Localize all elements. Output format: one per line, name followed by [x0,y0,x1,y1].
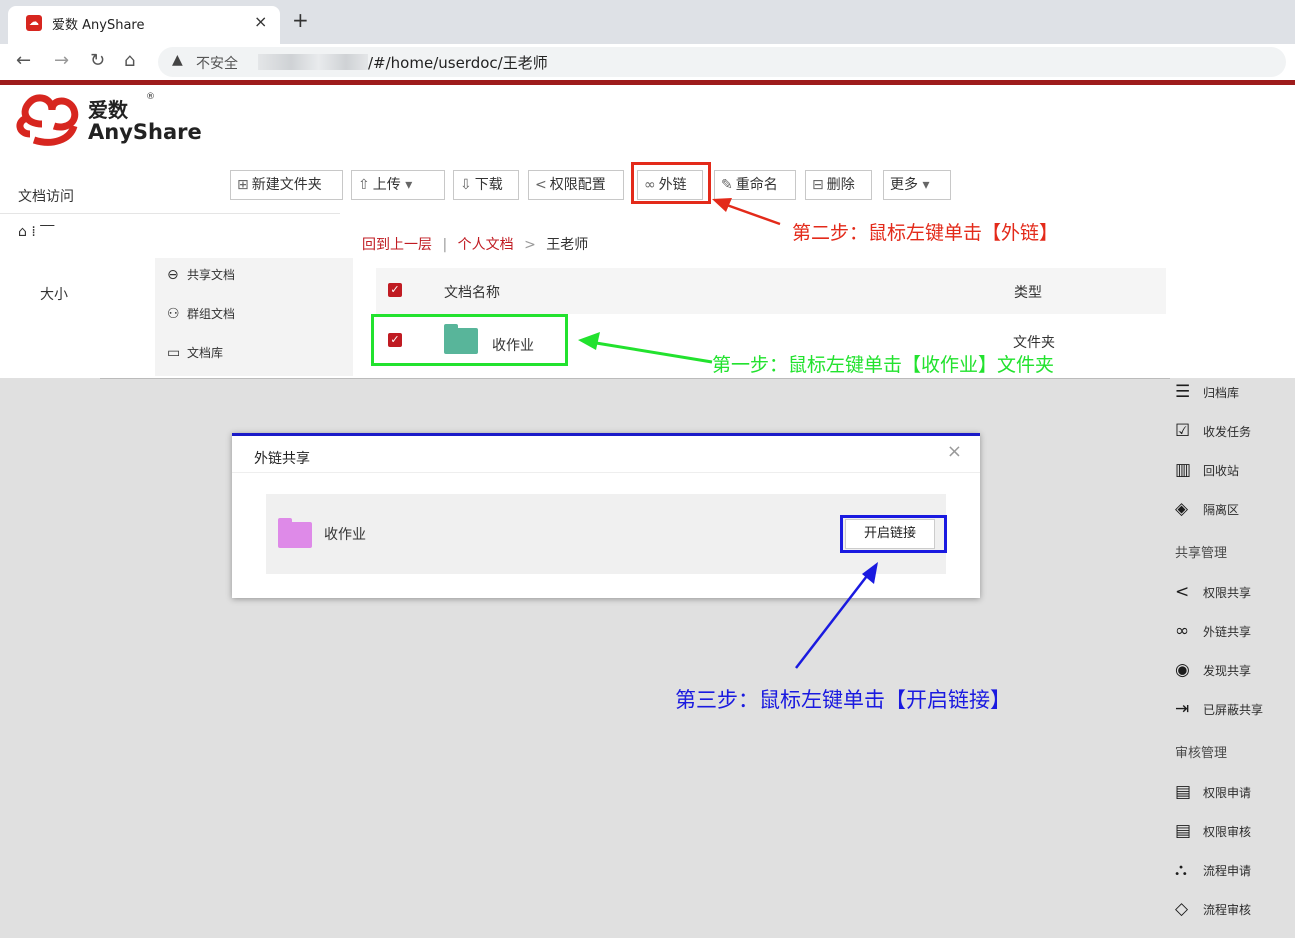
divider [232,472,980,473]
breadcrumb-separator: > [524,237,536,253]
more-button[interactable]: 更多 ▾ [883,170,951,200]
browser-tab-bar: ☁ 爱数 AnyShare × + [0,0,1295,44]
breadcrumb-current: 王老师 [546,237,589,253]
anyshare-logo-icon [16,94,79,146]
anyshare-favicon-icon: ☁ [26,15,42,31]
subnav-group-docs[interactable]: ⚇ 群组文档 [167,305,235,322]
upload-label: 上传 [372,177,401,193]
breadcrumb-back-link[interactable]: 回到上一层 [362,237,432,253]
rename-label: 重命名 [735,177,778,193]
name-column-header[interactable]: 文档名称 [444,282,500,302]
chevron-down-icon: ▾ [922,177,930,193]
new-tab-button[interactable]: + [292,8,309,32]
subnav-label: 群组文档 [187,307,236,321]
subnav-label: 文档库 [187,346,224,360]
chevron-down-icon: ▾ [405,177,413,193]
step3-annotation: 第三步：鼠标左键单击【开启链接】 [675,688,1011,712]
new-folder-button[interactable]: ⊞ 新建文件夹 [230,170,343,200]
breadcrumb-personal-link[interactable]: 个人文档 [458,237,514,253]
brand-accent-bar [0,80,1295,85]
home-icon[interactable]: ⌂ [124,50,135,71]
share-icon: < [535,177,547,193]
reload-icon[interactable]: ↻ [90,50,105,71]
logo-registered-mark: ® [146,92,155,102]
folder-icon [278,518,312,548]
download-label: 下载 [474,177,503,193]
close-icon[interactable]: × [947,441,962,462]
permission-button[interactable]: < 权限配置 [528,170,624,200]
select-all-checkbox[interactable]: ✓ [388,283,402,297]
download-button[interactable]: ⇩ 下载 [453,170,519,200]
delete-label: 删除 [826,177,855,193]
warning-icon: ▲ [172,52,183,68]
url-text: /#/home/userdoc/王老师 [368,54,548,72]
insecure-label: 不安全 [196,56,238,72]
trash-icon: ⊟ [812,177,824,193]
delete-button[interactable]: ⊟ 删除 [805,170,872,200]
back-icon[interactable]: ← [16,50,31,71]
upload-icon: ⇧ [358,177,370,193]
shared-docs-icon: ⊖ [167,267,179,283]
external-link-highlight [631,162,711,204]
step1-annotation: 第一步：鼠标左键单击【收作业】文件夹 [712,354,1055,376]
anyshare-logo: 爱数 ® AnyShare [12,90,212,150]
new-folder-icon: ⊞ [237,177,249,193]
permission-label: 权限配置 [549,177,606,193]
tab-title: 爱数 AnyShare [52,18,145,33]
breadcrumb: 回到上一层 | 个人文档 > 王老师 [362,234,588,254]
library-icon: ▭ [167,345,181,361]
subnav-doc-library[interactable]: ▭ 文档库 [167,344,223,361]
group-icon: ⚇ [167,306,180,322]
forward-icon[interactable]: → [54,50,69,71]
divider [100,378,1170,379]
logo-text-en: AnyShare [88,120,202,144]
address-bar-row: ← → ↻ ⌂ ▲ 不安全 /#/home/userdoc/王老师 [0,44,1295,80]
more-label: 更多 [890,177,918,193]
redacted-host [258,54,368,70]
doc-access-title: 文档访问 [18,189,74,205]
download-icon: ⇩ [460,177,472,193]
rename-button[interactable]: ✎ 重命名 [714,170,796,200]
logo-text-cn: 爱数 [88,98,128,122]
dialog-title: 外链共享 [254,451,310,467]
type-column-header[interactable]: 类型 [1014,282,1042,302]
folder-highlight [371,314,568,366]
lock-icon: ⌂ ⁞ ‾‾ [18,224,55,240]
rename-icon: ✎ [721,177,733,193]
url-input[interactable]: ▲ 不安全 /#/home/userdoc/王老师 [158,47,1286,77]
doc-subnav: ⊖ 共享文档 ⚇ 群组文档 ▭ 文档库 [155,258,353,376]
open-link-button[interactable]: 开启链接 [845,519,935,549]
row-type: 文件夹 [1013,335,1055,351]
subnav-label: 共享文档 [187,268,236,282]
new-folder-label: 新建文件夹 [251,177,322,193]
subnav-shared-docs[interactable]: ⊖ 共享文档 [167,266,235,283]
table-header: ✓ 文档名称 类型 [376,268,1166,314]
step2-annotation: 第二步：鼠标左键单击【外链】 [792,222,1059,244]
breadcrumb-divider: | [442,237,448,253]
tab-close-icon[interactable]: × [254,12,267,31]
size-column-header: 大小 [40,287,68,303]
dialog-file-name: 收作业 [324,527,366,543]
browser-tab[interactable]: ☁ 爱数 AnyShare × [8,6,280,44]
divider [0,213,340,214]
upload-button[interactable]: ⇧ 上传 ▾ [351,170,445,200]
